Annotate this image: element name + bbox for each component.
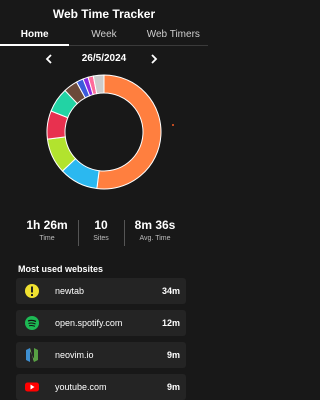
chevron-right-icon bbox=[151, 54, 158, 64]
tab-web-timers[interactable]: Web Timers bbox=[139, 28, 208, 46]
site-row-newtab[interactable]: newtab 34m bbox=[16, 278, 186, 304]
stat-sites-label: Sites bbox=[93, 235, 109, 242]
date-navigation: 26/5/2024 bbox=[0, 52, 208, 66]
tab-underline bbox=[0, 44, 208, 46]
stat-time: 1h 26m Time bbox=[24, 218, 70, 242]
site-row-youtube[interactable]: youtube.com 9m bbox=[16, 374, 186, 400]
site-time: 9m bbox=[166, 350, 180, 360]
stat-divider bbox=[78, 220, 79, 246]
site-time: 12m bbox=[161, 318, 180, 328]
site-name: neovim.io bbox=[55, 350, 94, 360]
site-time: 9m bbox=[166, 382, 180, 392]
stat-sites-value: 10 bbox=[94, 218, 108, 232]
tab-week[interactable]: Week bbox=[69, 28, 138, 46]
newtab-warning-icon bbox=[25, 284, 39, 298]
chart-marker-dot bbox=[172, 124, 174, 126]
active-tab-indicator bbox=[0, 44, 69, 46]
stats-row: 1h 26m Time 10 Sites 8m 36s Avg. Time bbox=[0, 218, 208, 248]
youtube-icon bbox=[25, 382, 39, 392]
spotify-icon bbox=[25, 316, 39, 330]
date-label: 26/5/2024 bbox=[81, 53, 127, 64]
stat-time-label: Time bbox=[39, 235, 55, 242]
stat-avg-time-value: 8m 36s bbox=[134, 218, 176, 232]
site-row-spotify[interactable]: open.spotify.com 12m bbox=[16, 310, 186, 336]
stat-time-value: 1h 26m bbox=[26, 218, 68, 232]
stat-avg-time-label: Avg. Time bbox=[139, 235, 171, 242]
site-name: newtab bbox=[55, 286, 85, 296]
neovim-icon bbox=[26, 348, 38, 362]
donut-chart bbox=[44, 72, 164, 192]
donut-slice-orange[interactable] bbox=[96, 74, 162, 190]
donut-chart-svg bbox=[46, 74, 162, 190]
stat-divider bbox=[124, 220, 125, 246]
site-name: youtube.com bbox=[55, 382, 107, 392]
site-time: 34m bbox=[161, 286, 180, 296]
next-day-button[interactable] bbox=[147, 52, 161, 66]
site-list: newtab 34m open.spotify.com 12m neovim.i… bbox=[16, 278, 186, 400]
app-title: Web Time Tracker bbox=[52, 7, 156, 21]
stat-sites: 10 Sites bbox=[86, 218, 116, 242]
site-row-neovim[interactable]: neovim.io 9m bbox=[16, 342, 186, 368]
most-used-title: Most used websites bbox=[18, 264, 104, 274]
stat-avg-time: 8m 36s Avg. Time bbox=[132, 218, 178, 242]
site-name: open.spotify.com bbox=[55, 318, 123, 328]
